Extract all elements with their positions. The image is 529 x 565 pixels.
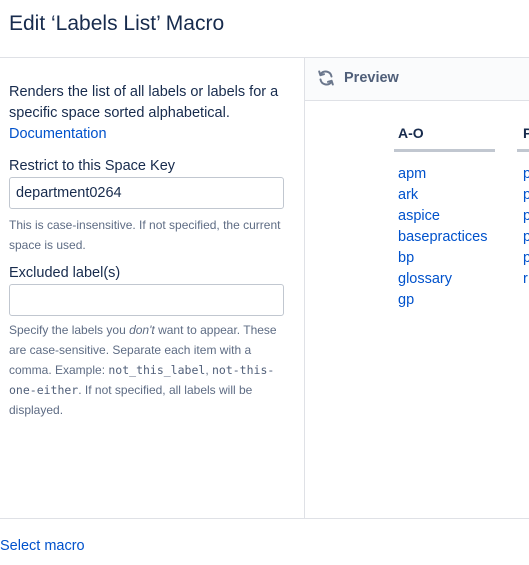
- label-link-p4[interactable]: p: [523, 229, 529, 245]
- macro-parameters-panel: Renders the list of all labels or labels…: [0, 58, 304, 518]
- label-link-bp[interactable]: bp: [398, 250, 414, 266]
- column-rule-a-o: [394, 149, 495, 152]
- dialog-title: Edit ‘Labels List’ Macro: [9, 12, 225, 35]
- label-link-p3[interactable]: p: [523, 208, 529, 224]
- list-item: gp: [398, 290, 487, 311]
- label-link-basepractices[interactable]: basepractices: [398, 229, 487, 245]
- excluded-labels-help: Specify the labels you don't want to app…: [9, 323, 277, 417]
- footer-divider: [0, 518, 529, 519]
- column-heading-p: P: [523, 125, 529, 141]
- label-link-gp[interactable]: gp: [398, 292, 414, 308]
- excluded-labels-label: Excluded label(s): [9, 265, 121, 281]
- label-link-p5[interactable]: p: [523, 250, 529, 266]
- preview-title: Preview: [344, 70, 399, 86]
- excluded-labels-input[interactable]: [9, 284, 284, 316]
- list-item: r: [523, 269, 529, 290]
- list-item: glossary: [398, 269, 487, 290]
- list-item: aspice: [398, 206, 487, 227]
- list-item: bp: [398, 248, 487, 269]
- preview-header: Preview: [305, 58, 529, 101]
- space-key-help: This is case-insensitive. If not specifi…: [9, 218, 281, 252]
- label-link-aspice[interactable]: aspice: [398, 208, 440, 224]
- list-item: p: [523, 227, 529, 248]
- refresh-icon[interactable]: [317, 69, 335, 87]
- column-rule-p: [517, 149, 529, 152]
- label-link-glossary[interactable]: glossary: [398, 271, 452, 287]
- list-item: apm: [398, 164, 487, 185]
- label-list-p: p p p p p r: [523, 164, 529, 290]
- label-link-apm[interactable]: apm: [398, 166, 426, 182]
- list-item: ark: [398, 185, 487, 206]
- list-item: p: [523, 248, 529, 269]
- label-list-a-o: apm ark aspice basepractices bp glossary…: [398, 164, 487, 311]
- preview-panel: Preview A-O apm ark aspice basepractices…: [305, 58, 529, 518]
- label-link-r1[interactable]: r: [523, 271, 528, 287]
- documentation-link[interactable]: Documentation: [9, 124, 107, 145]
- label-link-p1[interactable]: p: [523, 166, 529, 182]
- list-item: p: [523, 185, 529, 206]
- label-link-ark[interactable]: ark: [398, 187, 418, 203]
- label-link-p2[interactable]: p: [523, 187, 529, 203]
- list-item: p: [523, 164, 529, 185]
- select-macro-link[interactable]: Select macro: [0, 538, 85, 554]
- space-key-label: Restrict to this Space Key: [9, 158, 176, 174]
- list-item: p: [523, 206, 529, 227]
- column-heading-a-o: A-O: [398, 125, 424, 141]
- space-key-input[interactable]: [9, 177, 284, 209]
- macro-description: Renders the list of all labels or labels…: [9, 84, 279, 121]
- list-item: basepractices: [398, 227, 487, 248]
